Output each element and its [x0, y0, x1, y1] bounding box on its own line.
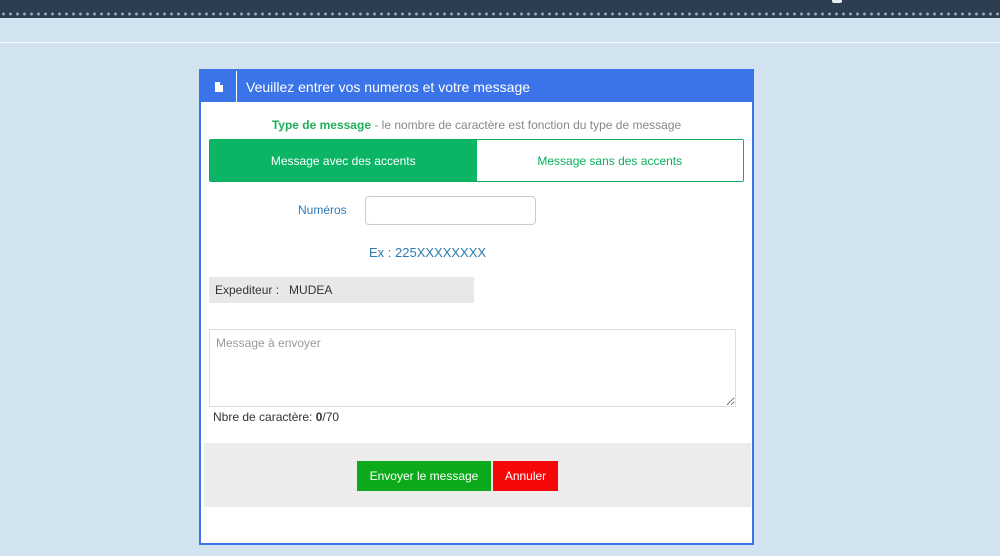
navbar-dotted-border [0, 12, 1000, 16]
user-icon[interactable] [832, 0, 842, 3]
panel-header: Veuillez entrer vos numeros et votre mes… [201, 71, 752, 102]
message-type-label: Type de message [271, 118, 371, 132]
sms-form-panel: Veuillez entrer vos numeros et votre mes… [199, 69, 754, 545]
numeros-label: Numéros [298, 203, 347, 217]
counter-label: Nbre de caractère: [213, 410, 316, 424]
message-type-description: - le nombre de caractère est fonction du… [371, 118, 682, 132]
form-footer: Envoyer le message Annuler [204, 443, 751, 507]
top-navbar [0, 0, 1000, 18]
expediteur-value: MUDEA [289, 283, 333, 297]
cancel-button[interactable]: Annuler [493, 461, 558, 491]
expediteur-label: Expediteur : [215, 283, 280, 297]
counter-max: /70 [322, 410, 340, 424]
expediteur-field: Expediteur : MUDEA [209, 277, 474, 303]
message-type-toggle: Message avec des accents Message sans de… [209, 139, 744, 182]
message-type-hint: Type de message - le nombre de caractère… [201, 118, 752, 132]
page-separator [0, 42, 1000, 43]
toggle-with-accents[interactable]: Message avec des accents [210, 140, 477, 181]
toggle-without-accents[interactable]: Message sans des accents [476, 140, 743, 181]
file-icon [201, 71, 237, 102]
send-message-button[interactable]: Envoyer le message [357, 461, 491, 491]
character-counter: Nbre de caractère: 0/70 [213, 410, 339, 424]
numeros-example: Ex : 225XXXXXXXX [369, 245, 487, 260]
numeros-input[interactable] [365, 196, 536, 225]
panel-title: Veuillez entrer vos numeros et votre mes… [246, 78, 531, 95]
message-textarea[interactable] [209, 329, 736, 407]
